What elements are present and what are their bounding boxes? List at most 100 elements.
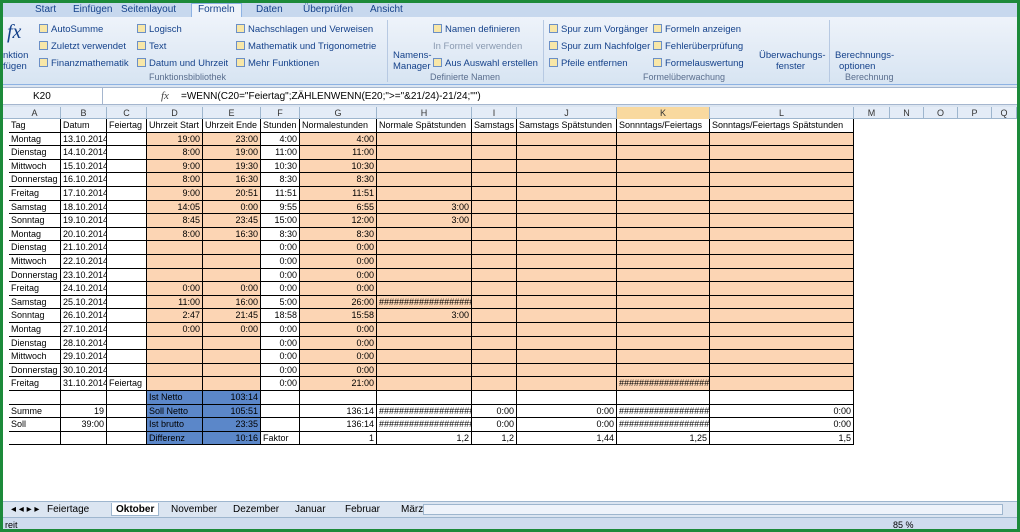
cell[interactable]	[203, 336, 261, 351]
cell[interactable]	[61, 391, 107, 405]
cell[interactable]	[517, 323, 617, 337]
cell[interactable]: 0:00	[261, 282, 300, 296]
cell[interactable]: 18.10.2014	[61, 200, 107, 215]
cell[interactable]: 25.10.2014	[61, 295, 107, 310]
cell[interactable]	[377, 336, 472, 351]
cell[interactable]: 30.10.2014	[61, 363, 107, 378]
tab-review[interactable]: Überprüfen	[303, 4, 353, 15]
cell[interactable]: 29.10.2014	[61, 350, 107, 364]
cell[interactable]: 0:00	[203, 282, 261, 296]
use-in-formula-button[interactable]: In Formel verwenden	[433, 41, 522, 52]
cell[interactable]	[617, 309, 710, 323]
column-header-m[interactable]: M	[854, 107, 890, 119]
cell[interactable]: 0:00	[261, 255, 300, 269]
cell[interactable]: 0:00	[147, 323, 203, 337]
cell[interactable]	[107, 282, 147, 296]
show-formulas-button[interactable]: Formeln anzeigen	[653, 24, 741, 35]
cell[interactable]: 1,5	[710, 431, 854, 446]
sheet-tab-november[interactable]: November	[167, 503, 221, 516]
cell[interactable]	[472, 295, 517, 310]
cell[interactable]: 105:51	[203, 404, 261, 419]
cell[interactable]	[107, 132, 147, 147]
cell[interactable]	[617, 214, 710, 228]
cell[interactable]	[377, 132, 472, 147]
cell[interactable]: Dienstag	[9, 336, 61, 351]
math-button[interactable]: Mathematik und Trigonometrie	[236, 41, 376, 52]
cell[interactable]: 21.10.2014	[61, 241, 107, 255]
cell[interactable]: 12:00	[300, 214, 377, 228]
cell[interactable]: 0:00	[203, 200, 261, 215]
cell[interactable]: 23:35	[203, 418, 261, 432]
cell[interactable]: 3:00	[377, 200, 472, 215]
tab-insert[interactable]: Einfügen	[73, 4, 112, 15]
cell[interactable]: 28.10.2014	[61, 336, 107, 351]
cell[interactable]: 0:00	[261, 350, 300, 364]
cell[interactable]	[107, 187, 147, 201]
cell[interactable]: 17.10.2014	[61, 187, 107, 201]
zoom-level[interactable]: 85 %	[893, 520, 914, 529]
cell[interactable]: 0:00	[472, 404, 517, 419]
cell[interactable]	[147, 350, 203, 364]
calc-options-label[interactable]: Berechnungs-	[835, 50, 894, 61]
cell[interactable]	[203, 350, 261, 364]
cell[interactable]: 19.10.2014	[61, 214, 107, 228]
cell[interactable]	[517, 282, 617, 296]
cell[interactable]: Datum	[61, 119, 107, 133]
cell[interactable]	[617, 350, 710, 364]
cell[interactable]	[377, 350, 472, 364]
cell[interactable]	[710, 282, 854, 296]
cell[interactable]: 0:00	[517, 404, 617, 419]
cell[interactable]: Freitag	[9, 377, 61, 391]
cell[interactable]	[617, 391, 710, 405]
cell[interactable]	[261, 404, 300, 419]
cell[interactable]	[710, 241, 854, 255]
cell[interactable]: Freitag	[9, 187, 61, 201]
tab-start[interactable]: Start	[35, 4, 56, 15]
cell[interactable]	[377, 268, 472, 283]
column-header-h[interactable]: H	[377, 107, 472, 119]
cell[interactable]: 26:00	[300, 295, 377, 310]
trace-precedents-button[interactable]: Spur zum Vorgänger	[549, 24, 648, 35]
watch-window-label[interactable]: Überwachungs-	[759, 50, 826, 61]
cell[interactable]	[377, 255, 472, 269]
cell[interactable]: Sonnntags/Feiertags	[617, 119, 710, 133]
cell[interactable]	[107, 323, 147, 337]
cell[interactable]	[517, 268, 617, 283]
cell[interactable]	[261, 391, 300, 405]
cell[interactable]: Freitag	[9, 282, 61, 296]
cell[interactable]: 10:30	[261, 159, 300, 174]
cell[interactable]: 0:00	[147, 282, 203, 296]
cell[interactable]	[147, 336, 203, 351]
column-header-i[interactable]: I	[472, 107, 517, 119]
cell[interactable]: Normalestunden	[300, 119, 377, 133]
cell[interactable]: 13.10.2014	[61, 132, 107, 147]
create-from-selection-button[interactable]: Aus Auswahl erstellen	[433, 58, 538, 69]
cell[interactable]: Samstags Spätstunden	[517, 119, 617, 133]
cell[interactable]: Feiertag	[107, 377, 147, 391]
cell[interactable]: 11:00	[147, 295, 203, 310]
cell[interactable]: Samstag	[9, 200, 61, 215]
cell[interactable]	[107, 350, 147, 364]
cell[interactable]: Ist brutto	[147, 418, 203, 432]
cell[interactable]	[617, 295, 710, 310]
cell[interactable]	[617, 268, 710, 283]
column-header-a[interactable]: A	[9, 107, 61, 119]
cell[interactable]	[710, 295, 854, 310]
cell[interactable]	[517, 295, 617, 310]
cell[interactable]: 0:00	[300, 323, 377, 337]
cell[interactable]: 31.10.2014	[61, 377, 107, 391]
cell[interactable]	[617, 227, 710, 242]
cell[interactable]	[377, 323, 472, 337]
sheet-tab-dezember[interactable]: Dezember	[229, 503, 283, 516]
cell[interactable]: Mittwoch	[9, 159, 61, 174]
cell[interactable]: 8:30	[261, 173, 300, 187]
cell[interactable]: 39:00	[61, 418, 107, 432]
cell[interactable]	[710, 173, 854, 187]
cell[interactable]: 16:30	[203, 173, 261, 187]
cell[interactable]: 0:00	[710, 404, 854, 419]
cell[interactable]	[107, 214, 147, 228]
spreadsheet-grid[interactable]: ABCDEFGHIJKLMNOPQ Tag Datum Feiertag Uhrzei…	[3, 107, 1017, 501]
cell[interactable]	[147, 241, 203, 255]
cell[interactable]	[203, 268, 261, 283]
cell[interactable]	[710, 227, 854, 242]
